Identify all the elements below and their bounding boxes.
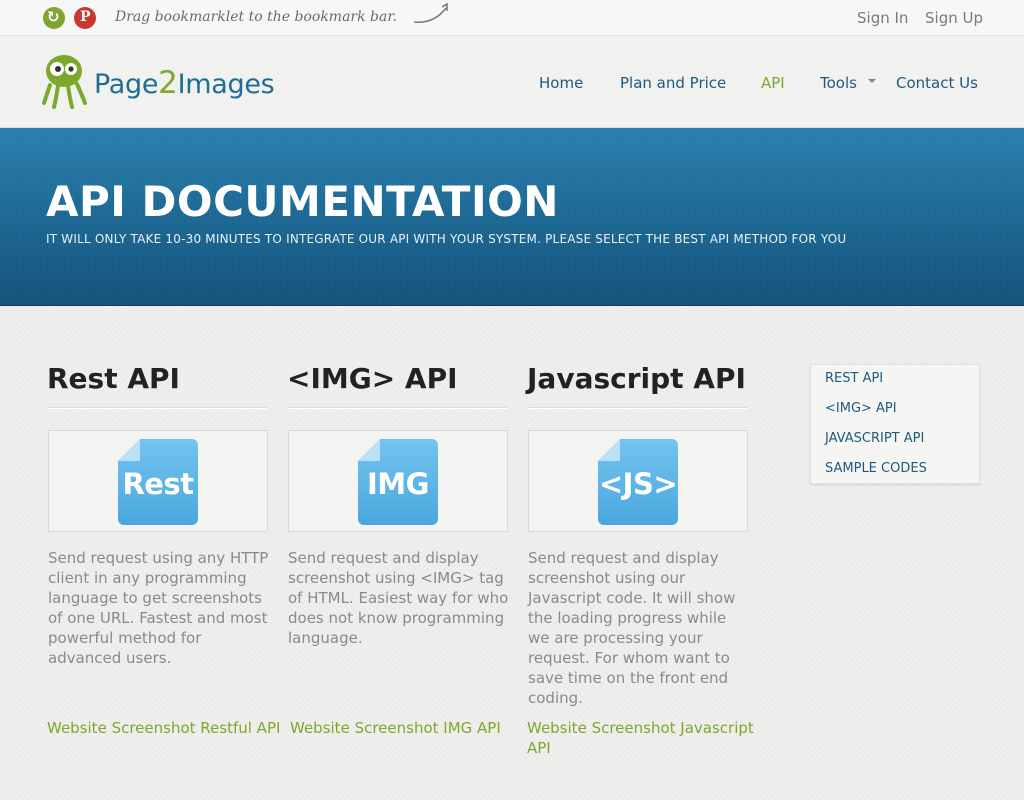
share-icon[interactable] bbox=[43, 7, 65, 29]
chevron-down-icon[interactable] bbox=[868, 79, 876, 83]
page-title: API DOCUMENTATION bbox=[46, 177, 559, 226]
nav-api[interactable]: API bbox=[761, 74, 785, 92]
curved-arrow-icon bbox=[413, 2, 448, 23]
sign-in-link[interactable]: Sign In bbox=[857, 9, 908, 27]
page-subtitle: IT WILL ONLY TAKE 10-30 MINUTES TO INTEG… bbox=[46, 232, 847, 246]
api-card-javascript: Javascript API <JS> Send request and dis… bbox=[527, 362, 759, 757]
api-card-rest: Rest API Rest Send request using any HTT… bbox=[47, 362, 280, 737]
api-icon-box[interactable]: IMG bbox=[288, 430, 508, 532]
rest-file-icon: Rest bbox=[118, 439, 198, 525]
octopus-logo-icon[interactable] bbox=[42, 53, 88, 109]
img-file-icon: IMG bbox=[358, 439, 438, 525]
side-menu-javascript-api[interactable]: JAVASCRIPT API bbox=[825, 431, 924, 446]
api-description: Send request using any HTTP client in an… bbox=[48, 549, 269, 667]
sign-up-link[interactable]: Sign Up bbox=[925, 9, 983, 27]
api-card-img: <IMG> API IMG Send request and display s… bbox=[287, 362, 519, 737]
api-description: Send request and display screenshot usin… bbox=[288, 549, 509, 647]
nav-tools[interactable]: Tools bbox=[820, 74, 857, 92]
api-link[interactable]: Website Screenshot Restful API bbox=[47, 718, 287, 738]
page-banner: API DOCUMENTATION IT WILL ONLY TAKE 10-3… bbox=[0, 128, 1024, 306]
nav-plan-and-price[interactable]: Plan and Price bbox=[620, 74, 726, 92]
nav-home[interactable]: Home bbox=[539, 74, 583, 92]
site-header: Page2Images Home Plan and Price API Tool… bbox=[0, 37, 1024, 128]
divider bbox=[527, 407, 747, 409]
bookmarklet-hint: Drag bookmarklet to the bookmark bar. bbox=[115, 9, 397, 25]
api-icon-box[interactable]: Rest bbox=[48, 430, 268, 532]
nav-contact-us[interactable]: Contact Us bbox=[896, 74, 978, 92]
api-title: Rest API bbox=[47, 362, 180, 395]
divider bbox=[287, 407, 507, 409]
pinterest-icon[interactable] bbox=[74, 7, 96, 29]
api-title: <IMG> API bbox=[287, 362, 458, 395]
api-icon-box[interactable]: <JS> bbox=[528, 430, 748, 532]
side-menu-rest-api[interactable]: REST API bbox=[825, 371, 883, 386]
side-menu-sample-codes[interactable]: SAMPLE CODES bbox=[825, 461, 927, 476]
api-title: Javascript API bbox=[527, 362, 746, 395]
api-description: Send request and display screenshot usin… bbox=[528, 549, 736, 707]
site-logo-text[interactable]: Page2Images bbox=[94, 65, 275, 101]
api-link[interactable]: Website Screenshot IMG API bbox=[290, 718, 530, 738]
top-bar: Drag bookmarklet to the bookmark bar. Si… bbox=[0, 0, 1024, 36]
divider bbox=[47, 407, 267, 409]
side-menu-img-api[interactable]: <IMG> API bbox=[825, 401, 897, 416]
api-side-menu: REST API <IMG> API JAVASCRIPT API SAMPLE… bbox=[810, 364, 980, 484]
api-link[interactable]: Website Screenshot Javascript API bbox=[527, 718, 767, 758]
js-file-icon: <JS> bbox=[598, 439, 678, 525]
